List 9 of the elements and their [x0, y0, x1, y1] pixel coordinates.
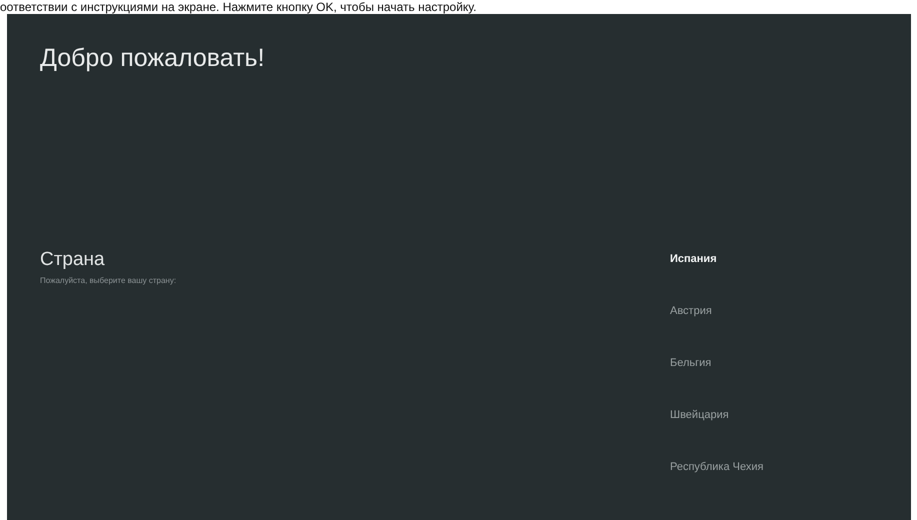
section-subtitle: Пожалуйста, выберите вашу страну:: [40, 276, 176, 285]
welcome-title: Добро пожаловать!: [40, 44, 265, 73]
country-item[interactable]: Бельгия: [670, 356, 712, 370]
section-heading: Страна: [40, 249, 105, 271]
instruction-text: оответствии с инструкциями на экране. Нажмите кнопку OK, чтобы начать настройку.: [0, 0, 478, 14]
country-item[interactable]: Швейцария: [670, 408, 729, 422]
country-item[interactable]: Республика Чехия: [670, 460, 764, 474]
country-item[interactable]: Испания: [670, 252, 717, 266]
country-item[interactable]: Австрия: [670, 304, 712, 318]
